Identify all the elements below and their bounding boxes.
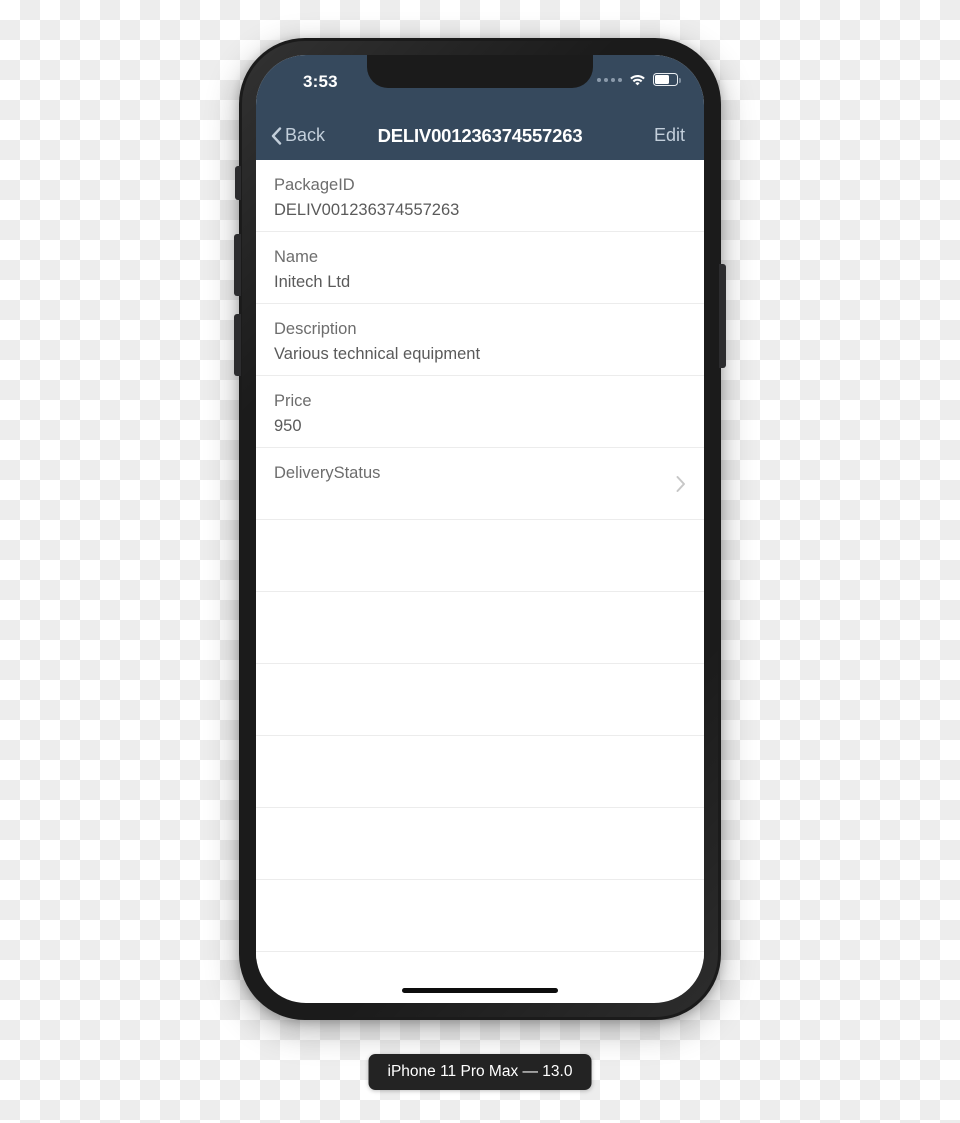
table-row-delivery-status[interactable]: DeliveryStatus	[256, 448, 704, 520]
edit-button[interactable]: Edit	[654, 125, 685, 146]
row-value: Various technical equipment	[274, 345, 481, 363]
status-bar: 3:53	[256, 55, 704, 111]
row-label: Name	[274, 248, 319, 266]
device-screen: 3:53 Back DELIV001236374557263 Edit Pack…	[256, 55, 704, 1003]
table-row-empty	[256, 520, 704, 592]
status-bar-time: 3:53	[303, 72, 338, 91]
table-row-empty	[256, 808, 704, 880]
home-indicator[interactable]	[402, 988, 558, 993]
table-row-empty	[256, 736, 704, 808]
wifi-icon	[629, 73, 646, 86]
device-caption: iPhone 11 Pro Max — 13.0	[368, 1054, 592, 1090]
device-frame: 3:53 Back DELIV001236374557263 Edit Pack…	[234, 38, 726, 1020]
detail-list: PackageID DELIV001236374557263 Name Init…	[256, 160, 704, 960]
table-row-empty	[256, 664, 704, 736]
table-row-empty	[256, 592, 704, 664]
row-value: DELIV001236374557263	[274, 201, 460, 219]
table-row[interactable]: PackageID DELIV001236374557263	[256, 160, 704, 232]
row-value: Initech Ltd	[274, 273, 351, 291]
row-value: 950	[274, 417, 302, 435]
volume-up-button[interactable]	[234, 234, 241, 296]
row-label: Price	[274, 392, 312, 410]
navigation-bar: Back DELIV001236374557263 Edit	[256, 111, 704, 160]
row-label: DeliveryStatus	[274, 464, 381, 482]
row-label: PackageID	[274, 176, 355, 194]
signal-dots-icon	[597, 77, 622, 82]
back-button[interactable]: Back	[271, 125, 325, 146]
table-row[interactable]: Price 950	[256, 376, 704, 448]
power-button[interactable]	[719, 264, 726, 368]
table-row[interactable]: Name Initech Ltd	[256, 232, 704, 304]
table-row-empty	[256, 880, 704, 952]
table-row[interactable]: Description Various technical equipment	[256, 304, 704, 376]
row-label: Description	[274, 320, 357, 338]
silent-switch-button[interactable]	[235, 166, 241, 200]
volume-down-button[interactable]	[234, 314, 241, 376]
battery-icon	[653, 73, 681, 86]
page-title: DELIV001236374557263	[377, 124, 583, 146]
notch	[367, 55, 593, 88]
status-bar-indicators	[597, 73, 681, 86]
back-button-label: Back	[285, 125, 326, 145]
chevron-left-icon	[271, 126, 282, 145]
